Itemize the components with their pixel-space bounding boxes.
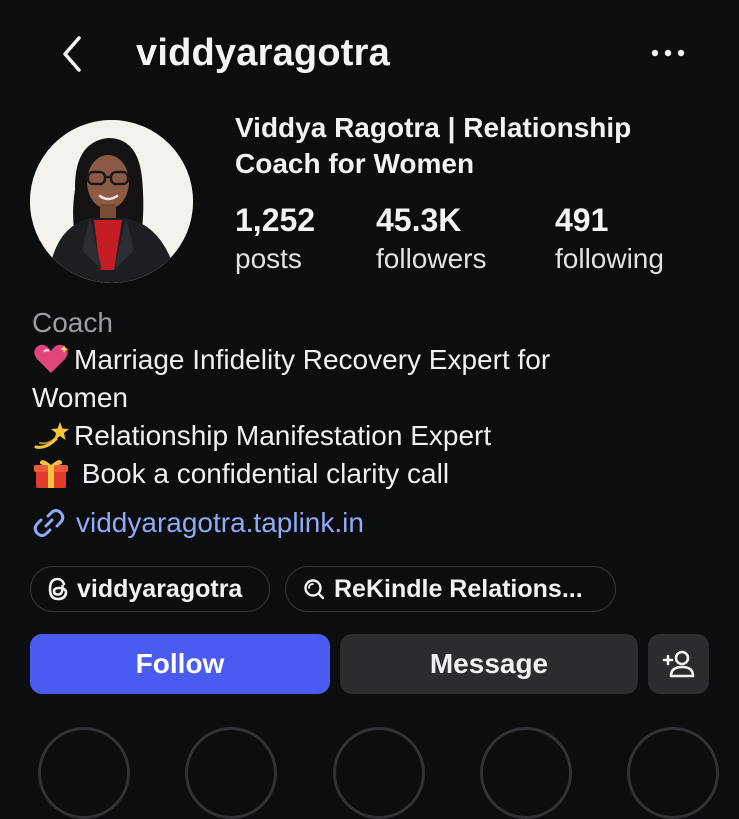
- following-count: 491: [555, 202, 609, 238]
- bio-line: Marriage Infidelity Recovery Expert for: [32, 341, 722, 379]
- rekindle-chip-label: ReKindle Relations...: [334, 574, 583, 603]
- message-button[interactable]: Message: [340, 634, 638, 694]
- bio-text-2: Women: [32, 382, 128, 413]
- sparkling-heart-icon: [34, 344, 69, 373]
- search-chat-icon: [304, 579, 325, 600]
- threads-chip-label: viddyaragotra: [77, 574, 243, 603]
- profile-category: Coach: [32, 307, 113, 338]
- bio-line: Relationship Manifestation Expert: [32, 417, 722, 455]
- suggested-users-button[interactable]: [648, 634, 709, 694]
- link-icon: [33, 509, 65, 537]
- story-highlight[interactable]: [333, 727, 425, 819]
- link-text: viddyaragotra.taplink.in: [76, 507, 364, 538]
- follow-button[interactable]: Follow: [30, 634, 330, 694]
- story-highlight[interactable]: [480, 727, 572, 819]
- bio-text-4: Book a confidential clarity call: [74, 458, 450, 489]
- header-username: viddyaragotra: [136, 32, 390, 74]
- story-highlight[interactable]: [185, 727, 277, 819]
- followers-label: followers: [376, 243, 487, 274]
- bio-line: Women: [32, 379, 722, 417]
- profile-link[interactable]: viddyaragotra.taplink.in: [32, 503, 364, 543]
- chevron-left-icon: [63, 36, 81, 72]
- back-button[interactable]: [52, 30, 92, 78]
- dizzy-star-icon: [34, 422, 69, 449]
- bio-line: Book a confidential clarity call: [32, 455, 722, 493]
- gift-icon: [34, 460, 68, 488]
- posts-count: 1,252: [235, 202, 316, 238]
- threads-chip[interactable]: viddyaragotra: [30, 566, 270, 612]
- avatar-image: [30, 120, 193, 283]
- threads-icon: [48, 577, 68, 601]
- stat-followers[interactable]: 45.3K followers: [376, 200, 486, 278]
- stat-posts[interactable]: 1,252 posts: [235, 200, 315, 278]
- more-options-button[interactable]: [646, 38, 690, 68]
- story-highlight[interactable]: [38, 727, 130, 819]
- display-name: Viddya Ragotra | Relationship Coach for …: [235, 112, 632, 179]
- rekindle-chip[interactable]: ReKindle Relations...: [285, 566, 616, 612]
- followers-count: 45.3K: [376, 202, 462, 238]
- bio-text-3: Relationship Manifestation Expert: [74, 420, 492, 451]
- add-person-icon: [662, 650, 694, 678]
- avatar[interactable]: [30, 120, 193, 283]
- stat-following[interactable]: 491 following: [555, 200, 664, 278]
- posts-label: posts: [235, 243, 302, 274]
- story-highlight[interactable]: [627, 727, 719, 819]
- following-label: following: [555, 243, 664, 274]
- more-horizontal-icon: [651, 49, 685, 57]
- bio-text-1: Marriage Infidelity Recovery Expert for: [74, 344, 551, 375]
